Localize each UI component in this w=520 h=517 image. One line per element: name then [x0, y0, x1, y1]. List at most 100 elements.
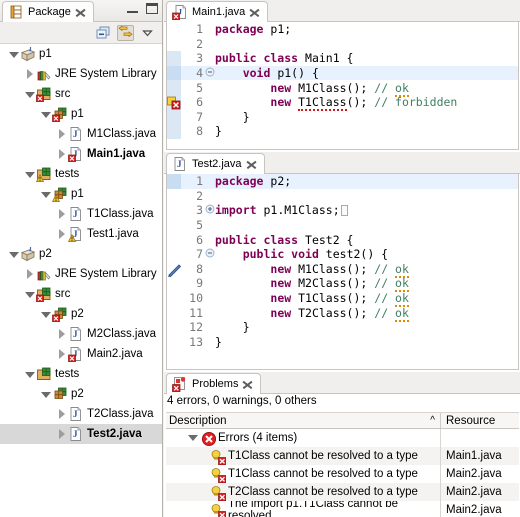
close-icon[interactable]	[75, 7, 86, 18]
tree-item-p1[interactable]: p1	[0, 104, 162, 124]
maximize-icon[interactable]	[146, 3, 158, 14]
chevron-down-icon[interactable]	[8, 49, 19, 60]
problems-row[interactable]: T1Class cannot be resolved to a type Main…	[166, 447, 519, 465]
problems-row[interactable]: The import p1.T1Class cannot be resolved…	[166, 501, 519, 517]
chevron-right-icon[interactable]	[56, 408, 67, 420]
problems-tabrow: Problems	[164, 372, 520, 394]
problems-row[interactable]: T1Class cannot be resolved to a type Main…	[166, 465, 519, 483]
problems-table[interactable]: Errors (4 items) T1Class cannot be resolv…	[166, 429, 519, 517]
tree-item-test1-java[interactable]: J Test1.java	[0, 224, 162, 244]
tree-item-jre-system-library[interactable]: JRE System Library	[0, 64, 162, 84]
chevron-right-icon[interactable]	[56, 228, 67, 240]
tree-item-p2[interactable]: p2	[0, 384, 162, 404]
chevron-down-icon[interactable]	[24, 89, 35, 100]
chevron-down-icon[interactable]	[24, 289, 35, 300]
fold-collapse-icon[interactable]	[205, 248, 215, 261]
tree-item-t1class-java[interactable]: J T1Class.java	[0, 204, 162, 224]
tree-item-tests[interactable]: tests	[0, 164, 162, 184]
problem-resource: Main2.java	[446, 468, 502, 480]
chevron-down-icon[interactable]	[24, 369, 35, 380]
tree-item-t2class-java[interactable]: J T2Class.java	[0, 404, 162, 424]
chevron-down-icon[interactable]	[8, 249, 19, 260]
chevron-right-icon[interactable]	[56, 148, 67, 160]
marker-quickfix-icon[interactable]	[167, 262, 182, 277]
code-line[interactable]: 2	[167, 37, 518, 52]
column-description[interactable]: Description ^	[166, 413, 441, 428]
code-line[interactable]: 3 public class Main1 {	[167, 51, 518, 66]
chevron-right-icon[interactable]	[56, 428, 67, 440]
code-token: p1.M1Class;	[263, 203, 340, 218]
code-line[interactable]: 5 new M1Class(); // ok	[167, 80, 518, 97]
chevron-down-icon[interactable]	[24, 169, 35, 180]
code-line[interactable]: 1 package p2;	[167, 174, 518, 189]
column-resource[interactable]: Resource	[441, 413, 519, 428]
code-line[interactable]: 8}	[167, 124, 518, 139]
tree-item-m2class-java[interactable]: J M2Class.java	[0, 324, 162, 344]
tab-test2-java[interactable]: J Test2.java	[166, 153, 265, 174]
fold-expand-icon[interactable]	[205, 204, 215, 217]
code-line[interactable]: 6 public class Test2 {	[167, 232, 518, 247]
fold-collapse-icon[interactable]	[205, 67, 215, 80]
marker-error-icon[interactable]	[167, 95, 181, 110]
collapse-all-icon[interactable]	[95, 25, 112, 41]
code-line[interactable]: 7 }	[167, 109, 518, 125]
chevron-right-icon[interactable]	[24, 68, 35, 80]
code-line[interactable]: 1 package p1;	[167, 22, 518, 37]
minimize-icon[interactable]	[127, 5, 138, 13]
code-line[interactable]: 11 new T2Class(); // ok	[167, 305, 518, 322]
editor-test2-body[interactable]: 1 package p2; 2 3 import p1.M1Class; 5 6 public…	[166, 174, 519, 370]
close-icon[interactable]	[249, 7, 260, 18]
chevron-right-icon[interactable]	[56, 208, 67, 220]
chevron-right-icon[interactable]	[56, 348, 67, 360]
chevron-down-icon[interactable]	[40, 309, 51, 320]
code-line[interactable]: 5	[167, 218, 518, 233]
view-menu-icon[interactable]	[139, 25, 156, 41]
tree-item-m1class-java[interactable]: J M1Class.java	[0, 124, 162, 144]
code-line[interactable]: 2	[167, 189, 518, 204]
tree-item-tests[interactable]: tests	[0, 364, 162, 384]
problems-row[interactable]: T2Class cannot be resolved to a type Main…	[166, 483, 519, 501]
editor-test2-tabrow: J Test2.java	[164, 152, 520, 174]
chevron-down-icon[interactable]	[40, 389, 51, 400]
editor-main1-body[interactable]: 1 package p1; 2 3 public class Main1 {4 void…	[166, 22, 519, 150]
code-line[interactable]: 9 new M2Class(); // ok	[167, 276, 518, 293]
code-line[interactable]: 8 new M1Class(); // ok	[167, 261, 518, 278]
link-with-editor-icon[interactable]	[117, 24, 134, 41]
tree-item-p2[interactable]: p2	[0, 244, 162, 264]
tree-item-src[interactable]: src	[0, 84, 162, 104]
chevron-right-icon[interactable]	[24, 268, 35, 280]
problems-group-row[interactable]: Errors (4 items)	[166, 429, 519, 447]
code-area-test2[interactable]: 1 package p2; 2 3 import p1.M1Class; 5 6 public…	[167, 174, 518, 369]
code-line[interactable]: 4 void p1() {	[167, 65, 518, 81]
code-line[interactable]: 12 }	[167, 320, 518, 335]
tree-item-src[interactable]: src	[0, 284, 162, 304]
chevron-right-icon[interactable]	[56, 128, 67, 140]
tree-item-jre-system-library[interactable]: JRE System Library	[0, 264, 162, 284]
code-line[interactable]: 3 import p1.M1Class;	[167, 203, 518, 218]
chevron-down-icon[interactable]	[40, 109, 51, 120]
code-line[interactable]: 7 public void test2() {	[167, 247, 518, 262]
tab-package-explorer[interactable]: Package	[2, 1, 94, 22]
tree-item-main2-java[interactable]: J Main2.java	[0, 344, 162, 364]
code-area-main1[interactable]: 1 package p1; 2 3 public class Main1 {4 void…	[167, 22, 518, 149]
tree-item-test2-java[interactable]: J Test2.java	[0, 424, 162, 444]
code-line[interactable]: 13}	[167, 335, 518, 350]
close-icon[interactable]	[242, 379, 253, 390]
tab-main1-java[interactable]: J Main1.java	[166, 1, 269, 22]
tree-item-p1[interactable]: p1	[0, 184, 162, 204]
tree-item-p2[interactable]: p2	[0, 304, 162, 324]
project-tree[interactable]: p1 JRE System Library src p1 J M1Class.java J M…	[0, 44, 162, 517]
tree-item-main1-java[interactable]: J Main1.java	[0, 144, 162, 164]
tab-problems[interactable]: Problems	[166, 373, 262, 394]
code-line[interactable]: 10 new T1Class(); // ok	[167, 291, 518, 308]
tree-item-label: p2	[71, 308, 84, 320]
code-line[interactable]: 6 new T1Class(); // forbidden	[167, 94, 518, 112]
tree-item-p1[interactable]: p1	[0, 44, 162, 64]
close-icon[interactable]	[246, 159, 257, 170]
overview-ruler-cell	[167, 276, 181, 291]
chevron-down-icon[interactable]	[188, 433, 198, 443]
chevron-down-icon[interactable]	[40, 189, 51, 200]
chevron-right-icon[interactable]	[56, 328, 67, 340]
